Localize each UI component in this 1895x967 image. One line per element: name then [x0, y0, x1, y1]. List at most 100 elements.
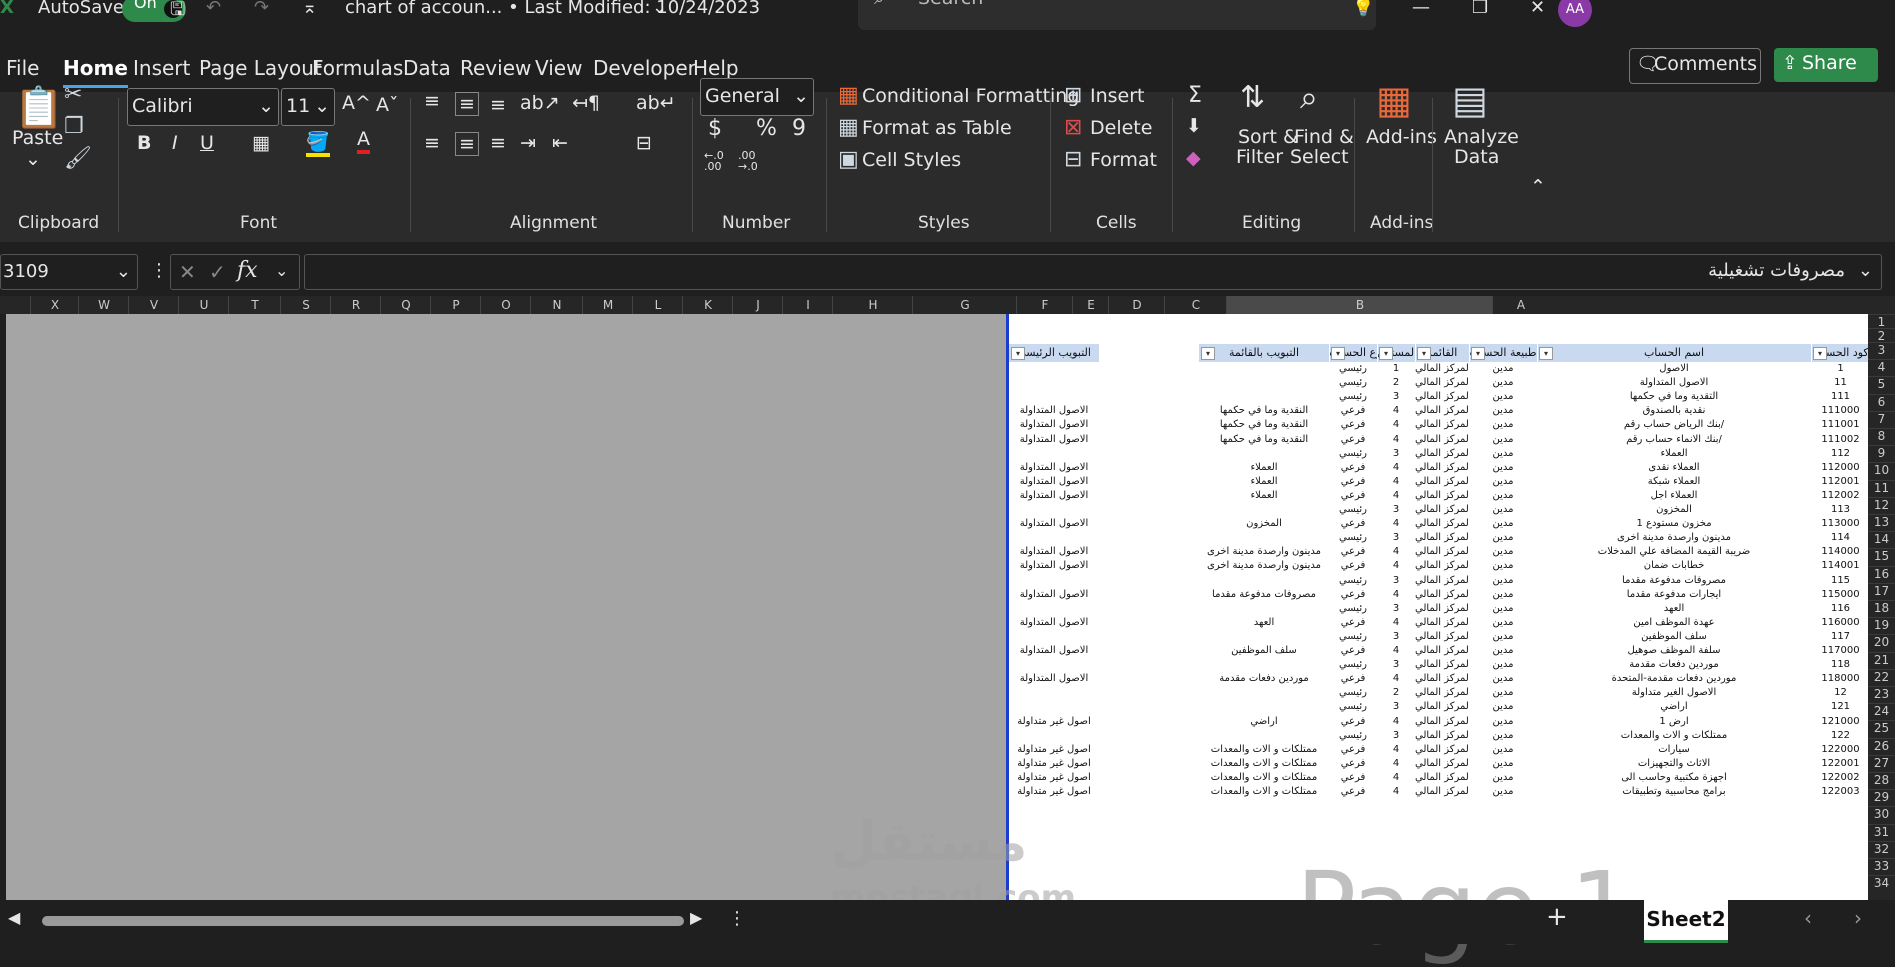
table-cell[interactable]: المركز المالي	[1415, 574, 1469, 588]
table-cell[interactable]: المركز المالي	[1415, 743, 1469, 757]
align-middle-icon[interactable]: ≡	[455, 92, 479, 116]
row-header-9[interactable]: 9	[1868, 445, 1895, 463]
table-cell[interactable]: بنك الانماء حساب رقم/	[1537, 433, 1811, 447]
table-cell[interactable]: 2	[1377, 376, 1415, 390]
table-cell[interactable]: المركز المالي	[1415, 602, 1469, 616]
row-header-26[interactable]: 26	[1868, 737, 1895, 756]
format-as-table-button[interactable]: Format as Table	[862, 117, 1012, 139]
format-painter-icon[interactable]: 🖌	[64, 146, 92, 171]
table-cell[interactable]: مدين	[1469, 700, 1537, 714]
table-cell[interactable]: رئيسي	[1329, 630, 1377, 644]
currency-button[interactable]: $	[708, 116, 722, 141]
table-cell[interactable]: 4	[1377, 475, 1415, 489]
insert-cells-icon[interactable]: ⊞	[1064, 83, 1082, 108]
table-cell[interactable]: اصول غير متداولة	[1009, 743, 1099, 757]
tab-review[interactable]: Review	[460, 56, 531, 80]
column-header-T[interactable]: T	[228, 296, 281, 314]
column-header-N[interactable]: N	[530, 296, 583, 314]
table-cell[interactable]: 114000	[1811, 545, 1870, 559]
table-cell[interactable]: ممتلكات و الات والمعدات	[1199, 771, 1329, 785]
table-cell[interactable]: المركز المالي	[1415, 362, 1469, 376]
cell-styles-button[interactable]: Cell Styles	[862, 149, 961, 171]
increase-decimal-button[interactable]: ←.0 .00	[704, 150, 728, 172]
table-cell[interactable]: فرعي	[1329, 588, 1377, 602]
table-header-cell[interactable]: القائمة ▾	[1415, 344, 1470, 362]
table-cell[interactable]: اراضي	[1199, 715, 1329, 729]
font-color-icon[interactable]: A	[357, 128, 370, 154]
table-cell[interactable]: الاصول المتداولة	[1009, 588, 1099, 602]
row-header-30[interactable]: 30	[1868, 806, 1895, 824]
table-cell[interactable]: فرعي	[1329, 545, 1377, 559]
column-header-X[interactable]: X	[30, 296, 79, 314]
grow-font-icon[interactable]: A^	[342, 92, 371, 114]
table-cell[interactable]: العهد	[1199, 616, 1329, 630]
table-cell[interactable]: 117000	[1811, 644, 1870, 658]
tab-file[interactable]: File	[6, 56, 39, 80]
table-cell[interactable]: 118	[1811, 658, 1870, 672]
save-icon[interactable]: 🖫	[170, 0, 185, 27]
row-header-12[interactable]: 12	[1868, 496, 1895, 515]
horizontal-scrollbar[interactable]	[42, 916, 684, 926]
increase-indent-icon[interactable]: ⇥	[520, 132, 536, 154]
table-cell[interactable]: ممتلكات و الات والمعدات	[1199, 785, 1329, 799]
column-header-R[interactable]: R	[330, 296, 381, 314]
row-header-19[interactable]: 19	[1868, 617, 1895, 635]
column-header-E[interactable]: E	[1072, 296, 1109, 314]
copy-icon[interactable]: ❐	[64, 114, 84, 139]
tab-help[interactable]: Help	[693, 56, 739, 80]
prev-sheet-icon[interactable]: ‹	[1804, 906, 1812, 930]
fill-icon[interactable]: ⬇	[1186, 115, 1202, 137]
table-cell[interactable]: فرعي	[1329, 475, 1377, 489]
table-cell[interactable]: مدين	[1469, 602, 1537, 616]
scroll-left-icon[interactable]: ◀	[8, 908, 20, 927]
align-center-icon[interactable]: ≡	[455, 132, 479, 156]
row-header-16[interactable]: 16	[1868, 565, 1895, 584]
table-cell[interactable]: مدين	[1469, 644, 1537, 658]
align-top-icon[interactable]: ≡	[424, 90, 440, 112]
minimize-icon[interactable]: —	[1412, 0, 1430, 18]
table-cell[interactable]: 113000	[1811, 517, 1870, 531]
table-cell[interactable]: الاصول المتداولة	[1009, 433, 1099, 447]
table-cell[interactable]: موردين دفعات مقدمة-المتحدة	[1537, 672, 1811, 686]
cut-icon[interactable]: ✂	[64, 82, 82, 107]
orientation-icon[interactable]: ab↗	[520, 92, 560, 114]
table-cell[interactable]: سلف الموظفين	[1199, 644, 1329, 658]
table-cell[interactable]: 11	[1811, 376, 1870, 390]
table-cell[interactable]: الاصول	[1537, 362, 1811, 376]
table-cell[interactable]: المركز المالي	[1415, 588, 1469, 602]
table-cell[interactable]: النقدية وما في حكمها	[1199, 433, 1329, 447]
table-cell[interactable]: مدين	[1469, 461, 1537, 475]
row-header-33[interactable]: 33	[1868, 858, 1895, 876]
table-cell[interactable]: العملاء	[1199, 489, 1329, 503]
analyze-data-icon[interactable]: ▤	[1452, 78, 1488, 122]
table-header-cell[interactable]: المستوى ▾	[1377, 344, 1416, 362]
table-cell[interactable]: سلفة الموظف صوهيل	[1537, 644, 1811, 658]
table-cell[interactable]: 12	[1811, 686, 1870, 700]
avatar[interactable]: AA	[1558, 0, 1592, 27]
table-header-cell[interactable]: طبيعة الحساب ▾	[1469, 344, 1538, 362]
table-cell[interactable]: التقدية وما في حكمها	[1537, 390, 1811, 404]
table-cell[interactable]: 4	[1377, 672, 1415, 686]
comments-button[interactable]: 🗨 Comments	[1629, 48, 1761, 84]
column-header-K[interactable]: K	[682, 296, 733, 314]
table-cell[interactable]: موردين دفعات مقدمة	[1537, 658, 1811, 672]
cell-styles-icon[interactable]: ▣	[838, 147, 859, 172]
table-cell[interactable]: مخزون مستودع 1	[1537, 517, 1811, 531]
table-cell[interactable]: مدين	[1469, 447, 1537, 461]
table-header-cell[interactable]: كود الحساب ▾	[1811, 344, 1871, 362]
table-cell[interactable]: مدين	[1469, 545, 1537, 559]
table-cell[interactable]: المركز المالي	[1415, 531, 1469, 545]
row-header-17[interactable]: 17	[1868, 582, 1895, 601]
undo-icon[interactable]: ↶	[206, 0, 221, 18]
table-cell[interactable]: فرعي	[1329, 757, 1377, 771]
table-cell[interactable]: مصروفات مدفوعة مقدما	[1537, 574, 1811, 588]
lightbulb-icon[interactable]: 💡	[1352, 0, 1374, 18]
table-cell[interactable]: فرعي	[1329, 616, 1377, 630]
table-cell[interactable]: مدين	[1469, 672, 1537, 686]
table-cell[interactable]: 4	[1377, 461, 1415, 475]
table-cell[interactable]: مدين	[1469, 404, 1537, 418]
table-cell[interactable]: مدينون وارصدة مدينة اخرى	[1199, 559, 1329, 573]
borders-icon[interactable]: ▦	[252, 132, 270, 154]
table-cell[interactable]: 122	[1811, 729, 1870, 743]
table-cell[interactable]: فرعي	[1329, 644, 1377, 658]
